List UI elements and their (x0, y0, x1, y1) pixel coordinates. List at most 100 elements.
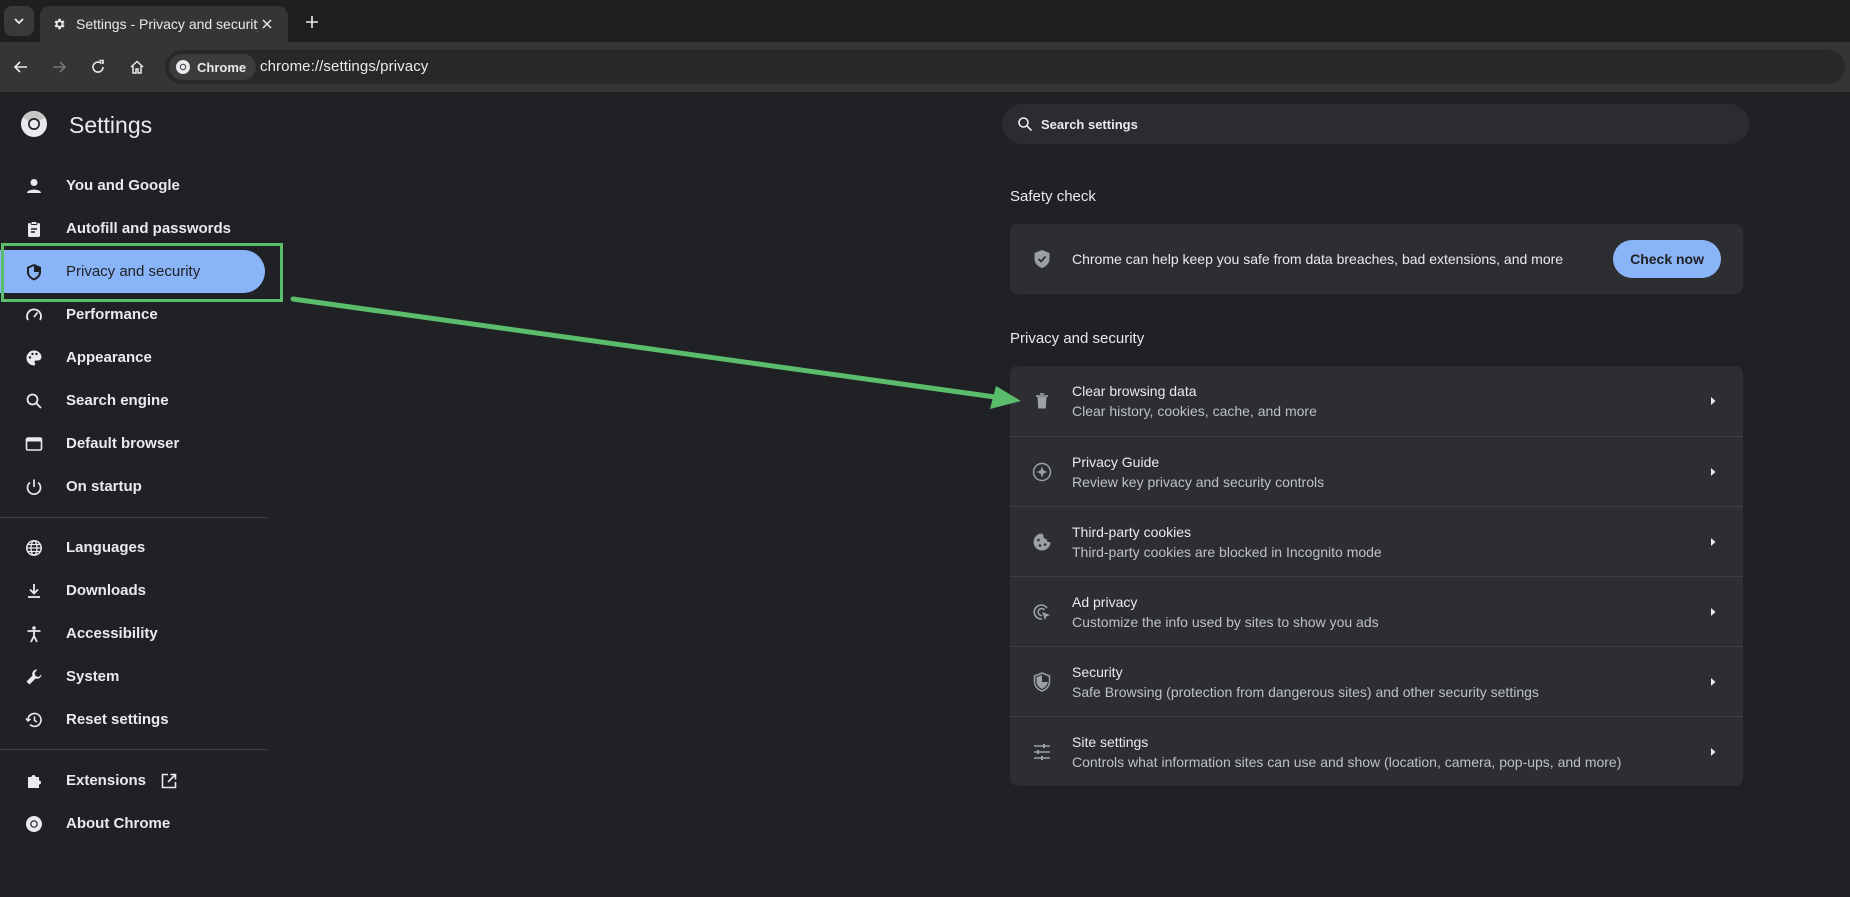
sidebar-item-reset-settings[interactable]: Reset settings (0, 698, 265, 741)
chevron-down-icon (14, 18, 24, 25)
sliders-icon (1032, 743, 1052, 761)
chevron-right-icon (1705, 607, 1721, 617)
safety-check-card: Chrome can help keep you safe from data … (1010, 224, 1743, 294)
sidebar-item-on-startup[interactable]: On startup (0, 465, 265, 508)
privacy-guide-row[interactable]: Privacy Guide Review key privacy and sec… (1010, 436, 1743, 506)
sidebar-item-label: Search engine (66, 392, 169, 409)
palette-icon (24, 348, 44, 368)
third-party-cookies-row[interactable]: Third-party cookies Third-party cookies … (1010, 506, 1743, 576)
row-title: Site settings (1072, 733, 1149, 750)
sidebar-item-label: Accessibility (66, 625, 158, 642)
chrome-logo-icon (24, 814, 44, 834)
wrench-icon (24, 667, 44, 687)
sidebar-divider (0, 749, 267, 750)
check-now-button[interactable]: Check now (1613, 240, 1721, 278)
sidebar-item-you-and-google[interactable]: You and Google (0, 164, 265, 207)
site-chip[interactable]: Chrome (169, 54, 257, 80)
arrow-right-icon (53, 61, 67, 73)
chevron-right-icon (1705, 747, 1721, 757)
row-subtitle: Safe Browsing (protection from dangerous… (1072, 683, 1539, 700)
sidebar-item-label: Default browser (66, 435, 180, 452)
person-icon (24, 176, 44, 196)
chevron-right-icon (1705, 467, 1721, 477)
speedometer-icon (24, 305, 44, 325)
toolbar: Chrome chrome://settings/privacy (0, 42, 1850, 92)
external-link-icon (160, 772, 178, 790)
reload-icon (92, 59, 104, 73)
browser-icon (24, 434, 44, 454)
tab-search-button[interactable] (4, 6, 34, 36)
row-title: Ad privacy (1072, 593, 1138, 610)
shield-check-icon (1032, 249, 1052, 269)
sidebar-item-label: Performance (66, 306, 158, 323)
settings-brand: Settings (20, 110, 152, 138)
row-title: Privacy Guide (1072, 453, 1160, 470)
privacy-and-security-heading: Privacy and security (1010, 330, 1145, 347)
ad-privacy-icon (1032, 602, 1052, 622)
row-subtitle: Customize the info used by sites to show… (1072, 613, 1379, 630)
back-button[interactable] (8, 54, 34, 80)
search-icon (24, 391, 44, 411)
chevron-right-icon (1705, 396, 1721, 406)
home-button[interactable] (124, 54, 150, 80)
chevron-right-icon (1705, 677, 1721, 687)
compass-icon (1032, 462, 1052, 482)
page-title: Settings (69, 112, 153, 138)
address-bar[interactable]: Chrome chrome://settings/privacy (165, 50, 1845, 84)
chevron-right-icon (1705, 537, 1721, 547)
ad-privacy-row[interactable]: Ad privacy Customize the info used by si… (1010, 576, 1743, 646)
new-tab-button[interactable] (300, 10, 324, 34)
trash-icon (1032, 392, 1052, 410)
row-subtitle: Clear history, cookies, cache, and more (1072, 403, 1317, 419)
history-icon (24, 710, 44, 730)
power-icon (24, 477, 44, 497)
sidebar-item-label: About Chrome (66, 815, 171, 832)
search-placeholder: Search settings (1041, 116, 1138, 132)
arrow-left-icon (13, 61, 27, 73)
row-title: Third-party cookies (1072, 523, 1192, 540)
site-settings-row[interactable]: Site settings Controls what information … (1010, 716, 1743, 786)
reload-button[interactable] (85, 54, 111, 80)
download-icon (24, 581, 44, 601)
row-title: Clear browsing data (1072, 383, 1197, 399)
sidebar-item-appearance[interactable]: Appearance (0, 336, 265, 379)
sidebar-item-languages[interactable]: Languages (0, 526, 265, 569)
sidebar-item-about-chrome[interactable]: About Chrome (0, 802, 265, 845)
forward-button[interactable] (46, 54, 72, 80)
sidebar-item-downloads[interactable]: Downloads (0, 569, 265, 612)
search-settings-input[interactable]: Search settings (1002, 104, 1749, 144)
close-icon[interactable] (258, 15, 276, 33)
security-row[interactable]: Security Safe Browsing (protection from … (1010, 646, 1743, 716)
safety-check-text: Chrome can help keep you safe from data … (1072, 251, 1564, 267)
home-icon (130, 60, 144, 74)
url-text[interactable]: chrome://settings/privacy (260, 58, 428, 75)
sidebar-item-search-engine[interactable]: Search engine (0, 379, 265, 422)
chip-label: Chrome (197, 59, 247, 75)
cookie-icon (1032, 532, 1052, 552)
tab-settings[interactable]: Settings - Privacy and security (40, 6, 288, 42)
plus-icon (306, 16, 318, 28)
sidebar-item-system[interactable]: System (0, 655, 265, 698)
row-subtitle: Review key privacy and security controls (1072, 473, 1325, 490)
row-subtitle: Controls what information sites can use … (1072, 753, 1622, 770)
annotation-highlight-box (1, 243, 283, 302)
clipboard-icon (24, 219, 44, 239)
sidebar-item-label: Reset settings (66, 711, 169, 728)
globe-icon (24, 538, 44, 558)
sidebar-item-label: Languages (66, 539, 146, 556)
sidebar-item-default-browser[interactable]: Default browser (0, 422, 265, 465)
row-subtitle: Third-party cookies are blocked in Incog… (1072, 543, 1382, 560)
sidebar-item-extensions[interactable]: Extensions (0, 759, 265, 802)
sidebar-item-label: Downloads (66, 582, 147, 599)
clear-browsing-data-row[interactable]: Clear browsing data Clear history, cooki… (1010, 366, 1743, 436)
sidebar-item-label: Autofill and passwords (66, 220, 232, 237)
search-icon (1018, 117, 1033, 132)
sidebar-item-accessibility[interactable]: Accessibility (0, 612, 265, 655)
chrome-logo-icon (21, 110, 47, 137)
accessibility-icon (24, 624, 44, 644)
shield-icon (1032, 671, 1052, 692)
gear-icon (52, 17, 66, 31)
sidebar-item-label: You and Google (66, 177, 180, 194)
puzzle-icon (24, 771, 44, 791)
sidebar-item-label: Appearance (66, 349, 152, 366)
